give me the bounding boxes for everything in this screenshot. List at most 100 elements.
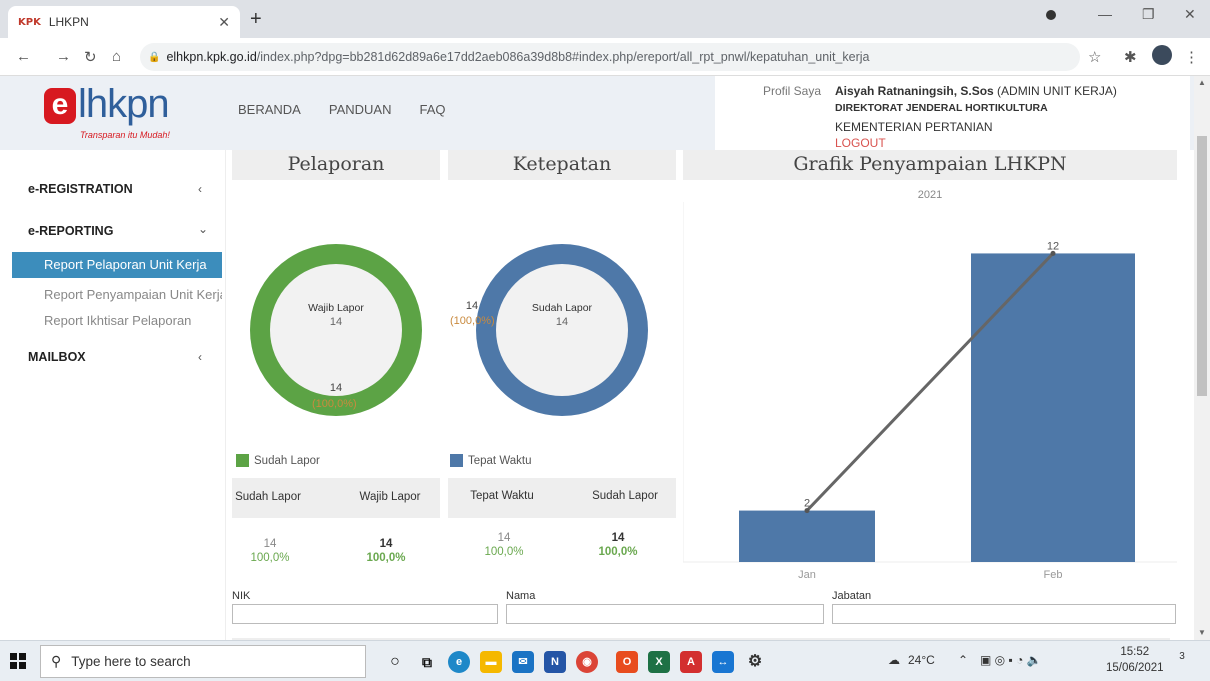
bookmark-star-icon[interactable]: ☆ <box>1088 48 1101 66</box>
notification-icon[interactable]: 3 <box>1172 651 1192 671</box>
new-tab-button[interactable]: + <box>250 8 262 31</box>
chart-data-label: 12 <box>1047 240 1059 252</box>
nik-input[interactable] <box>232 604 498 624</box>
tray-icons[interactable]: ▣ ◎ ▪ ◔ 🔈 <box>980 653 1042 667</box>
taskbar-search[interactable]: ⚲ Type here to search <box>40 645 366 678</box>
close-tab-icon[interactable]: ✕ <box>218 14 230 31</box>
pelaporan-ring-pct: (100,0%) <box>312 398 357 410</box>
extensions-icon[interactable]: ✱ <box>1124 48 1137 66</box>
chart-bar-feb[interactable] <box>971 253 1135 562</box>
profile-ministry: KEMENTERIAN PERTANIAN <box>835 120 993 134</box>
sidebar-group-eregistration[interactable]: e-REGISTRATION <box>28 182 133 196</box>
logo-text: lhkpn <box>78 82 170 126</box>
cell-pct: 100,0% <box>366 552 406 564</box>
pelaporan-donut-center <box>270 264 402 396</box>
clock-time: 15:52 <box>1120 646 1150 658</box>
nav-faq[interactable]: FAQ <box>419 102 445 117</box>
reload-icon[interactable]: ↻ <box>84 48 97 66</box>
settings-gear-icon[interactable]: ⚙ <box>744 651 766 673</box>
chart-line-point[interactable] <box>1050 250 1056 256</box>
sidebar-item-report-pelaporan[interactable]: Report Pelaporan Unit Kerja <box>12 252 222 278</box>
scroll-down-icon[interactable]: ▼ <box>1198 628 1206 637</box>
elhkpn-logo[interactable]: e lhkpn Transparan itu Mudah! <box>40 82 200 146</box>
profile-directorate: DIREKTORAT JENDERAL HORTIKULTURA <box>835 102 1048 114</box>
app-window: KPK LHKPN ✕ + — ❐ ✕ ← → ↻ ⌂ 🔒 elhkpn.kpk… <box>0 0 1210 681</box>
address-bar[interactable]: 🔒 elhkpn.kpk.go.id/index.php?dpg=bb281d6… <box>140 43 1080 71</box>
logo-e: e <box>44 88 76 124</box>
url-path: /index.php?dpg=bb281d62d89a6e17dd2aeb086… <box>256 50 870 64</box>
excel-icon[interactable]: X <box>648 651 670 673</box>
chart-bar-jan[interactable] <box>739 510 875 562</box>
windows-start-icon[interactable] <box>10 653 26 669</box>
grafik-chart: Grafik Penyampaian LHKPN 2021 2 Jan 12 Feb <box>683 150 1177 590</box>
logout-link[interactable]: LOGOUT <box>835 136 886 150</box>
pelaporan-header: Pelaporan <box>232 150 440 180</box>
sidebar-item-report-penyampaian[interactable]: Report Penyampaian Unit Kerja <box>12 282 222 308</box>
cell-pct: 100,0% <box>484 546 524 558</box>
pelaporan-legend[interactable]: Sudah Lapor <box>236 454 320 467</box>
edge-icon[interactable]: e <box>448 651 470 673</box>
profile-dot-icon[interactable] <box>1046 10 1056 20</box>
task-view-icon[interactable]: ⧉ <box>416 651 438 673</box>
cortana-icon[interactable]: ○ <box>384 651 406 673</box>
mail-icon[interactable]: ✉ <box>512 651 534 673</box>
cell-pct: 100,0% <box>250 552 290 564</box>
minimize-button[interactable]: — <box>1098 6 1112 22</box>
profile-image[interactable]: Profil Saya <box>763 82 823 100</box>
sidebar-group-mailbox[interactable]: MAILBOX <box>28 350 86 364</box>
web-page: e lhkpn Transparan itu Mudah! BERANDA PA… <box>0 76 1194 640</box>
scroll-up-icon[interactable]: ▲ <box>1198 78 1206 87</box>
restore-button[interactable]: ❐ <box>1142 6 1155 23</box>
sidebar-group-ereporting[interactable]: e-REPORTING <box>28 224 113 238</box>
weather-temp[interactable]: 24°C <box>908 653 935 667</box>
sidebar-item-report-ikhtisar[interactable]: Report Ikhtisar Pelaporan <box>12 308 222 334</box>
teamviewer-icon[interactable]: ↔ <box>712 651 734 673</box>
chevron-left-icon[interactable]: ‹ <box>198 182 202 196</box>
profile-avatar[interactable] <box>1152 45 1172 65</box>
tray-chevron-icon[interactable]: ⌃ <box>958 653 968 667</box>
logo-tagline: Transparan itu Mudah! <box>80 130 170 140</box>
nama-label: Nama <box>506 590 536 602</box>
legend-swatch <box>236 454 249 467</box>
search-placeholder: Type here to search <box>71 654 191 669</box>
nav-panduan[interactable]: PANDUAN <box>329 102 392 117</box>
acrobat-icon[interactable]: A <box>680 651 702 673</box>
browser-tab[interactable]: KPK LHKPN ✕ <box>8 6 240 38</box>
chart-category-label: Feb <box>1044 569 1063 581</box>
sidebar: e-REGISTRATION ‹ e-REPORTING ⌄ Report Pe… <box>0 150 226 640</box>
col-header-wajib-lapor: Wajib Lapor <box>359 491 421 503</box>
cell-value: 14 <box>611 532 625 544</box>
nik-label: NIK <box>232 590 251 602</box>
chrome-icon[interactable]: ◉ <box>576 651 598 673</box>
profile-name: Aisyah Ratnaningsih, S.Sos <box>835 84 994 98</box>
chart-line-point[interactable] <box>804 508 810 514</box>
menu-icon[interactable]: ⋮ <box>1184 48 1199 66</box>
clock-date: 15/06/2021 <box>1106 662 1164 674</box>
nav-beranda[interactable]: BERANDA <box>238 102 301 117</box>
chevron-left-icon[interactable]: ‹ <box>198 350 202 364</box>
scrollbar-thumb[interactable] <box>1197 136 1207 396</box>
file-explorer-icon[interactable]: ▬ <box>480 651 502 673</box>
back-icon[interactable]: ← <box>16 48 31 65</box>
forward-icon[interactable]: → <box>56 48 71 65</box>
profile-role: (ADMIN UNIT KERJA) <box>997 84 1117 98</box>
weather-icon[interactable]: ☁ <box>888 653 900 667</box>
home-icon[interactable]: ⌂ <box>112 48 121 65</box>
app-icon[interactable]: N <box>544 651 566 673</box>
ketepatan-center-label: Sudah Lapor <box>531 302 593 314</box>
ketepatan-center-value: 14 <box>555 316 569 328</box>
ketepatan-legend[interactable]: Tepat Waktu <box>450 454 532 467</box>
ketepatan-ring-value: 14 <box>465 300 479 312</box>
taskbar-clock[interactable]: 15:52 15/06/2021 <box>1106 644 1164 676</box>
ketepatan-header: Ketepatan <box>448 150 676 180</box>
nama-input[interactable] <box>506 604 824 624</box>
jabatan-input[interactable] <box>832 604 1176 624</box>
chevron-down-icon[interactable]: ⌄ <box>198 222 208 236</box>
page-scrollbar[interactable]: ▲ ▼ <box>1194 76 1210 640</box>
cell-value: 14 <box>263 538 277 550</box>
cell-value: 14 <box>497 532 511 544</box>
chart-subtitle: 2021 <box>918 189 942 201</box>
col-header-sudah-lapor: Sudah Lapor <box>235 491 301 503</box>
close-window-button[interactable]: ✕ <box>1184 6 1196 23</box>
office-icon[interactable]: O <box>616 651 638 673</box>
